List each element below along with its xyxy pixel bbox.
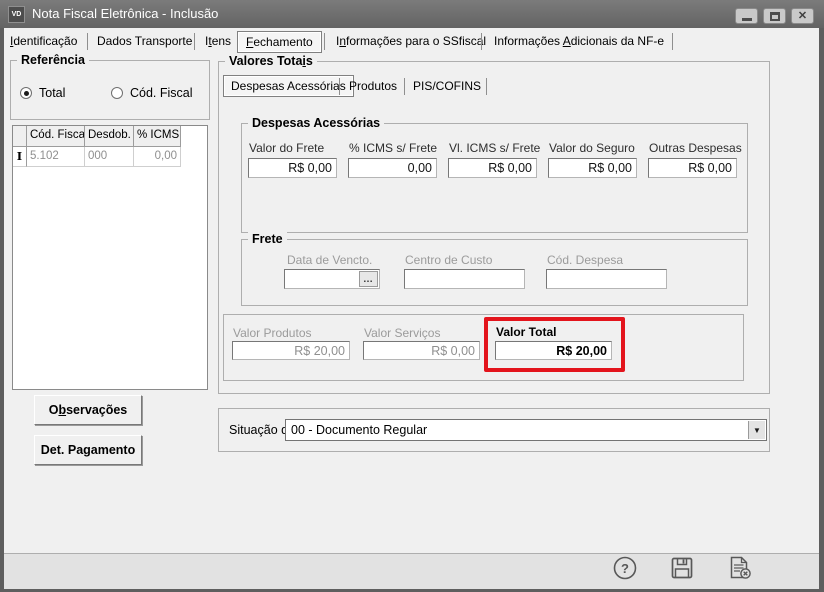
pct-icms-frete-label: % ICMS s/ Frete: [349, 141, 437, 155]
tab-produtos[interactable]: Produtos: [349, 79, 397, 93]
situacao-nf-group: Situação da NF: 00 - Documento Regular ▼: [218, 408, 770, 452]
tab-separator: [404, 78, 405, 95]
valor-frete-label: Valor do Frete: [249, 141, 324, 155]
window-border: [0, 28, 4, 592]
situacao-nf-value: 00 - Documento Regular: [291, 423, 427, 437]
vl-icms-frete-label: Vl. ICMS s/ Frete: [449, 141, 540, 155]
valor-frete-field[interactable]: R$ 0,00: [248, 158, 337, 178]
window-border: [819, 28, 824, 592]
ibeam-cursor-icon: I: [13, 147, 27, 167]
radio-total[interactable]: [20, 87, 32, 99]
cell-cod-fiscal[interactable]: 5.102: [27, 147, 85, 167]
outras-despesas-label: Outras Despesas: [649, 141, 742, 155]
data-vencto-label: Data de Vencto.: [287, 253, 372, 267]
tab-identificacao[interactable]: Identificação: [10, 34, 77, 48]
valor-seguro-label: Valor do Seguro: [549, 141, 635, 155]
table-row[interactable]: I 5.102 000 0,00: [13, 147, 207, 167]
radio-total-label[interactable]: Total: [39, 86, 65, 100]
grid-header-desdob[interactable]: Desdob.: [85, 126, 134, 147]
data-vencto-field[interactable]: …: [284, 269, 380, 289]
minimize-icon: [742, 18, 752, 21]
radio-cod-fiscal[interactable]: [111, 87, 123, 99]
grid-header-cod-fiscal[interactable]: Cód. Fiscal: [27, 126, 85, 147]
tab-dados-transporte[interactable]: Dados Transporte: [97, 34, 192, 48]
det-pagamento-button[interactable]: Det. Pagamento: [34, 435, 142, 465]
cod-despesa-label: Cód. Despesa: [547, 253, 623, 267]
outras-despesas-field[interactable]: R$ 0,00: [648, 158, 737, 178]
close-button[interactable]: ✕: [791, 8, 814, 24]
window-title: Nota Fiscal Eletrônica - Inclusão: [32, 0, 218, 28]
despesas-acessorias-group: Despesas Acessórias Valor do Frete R$ 0,…: [241, 123, 748, 233]
centro-custo-field[interactable]: [404, 269, 525, 289]
cancel-document-icon: [726, 555, 754, 581]
tab-pis-cofins[interactable]: PIS/COFINS: [413, 79, 481, 93]
cell-desdob[interactable]: 000: [85, 147, 134, 167]
valores-totais-title: Valores Totais: [225, 54, 317, 68]
frete-group-title: Frete: [248, 232, 287, 246]
grid-header-row: Cód. Fiscal Desdob. % ICMS: [13, 126, 207, 147]
situacao-nf-combobox[interactable]: 00 - Documento Regular ▼: [285, 419, 767, 441]
cell-icms[interactable]: 0,00: [134, 147, 181, 167]
referencia-group: Referência Total Cód. Fiscal: [10, 60, 210, 120]
valor-servicos-field[interactable]: R$ 0,00: [363, 341, 480, 360]
tab-separator: [481, 33, 482, 50]
centro-custo-label: Centro de Custo: [405, 253, 492, 267]
tab-informacoes-adicionais[interactable]: Informações Adicionais da NF-e: [494, 34, 664, 48]
date-lookup-button[interactable]: …: [359, 271, 378, 287]
valor-total-field[interactable]: R$ 20,00: [495, 341, 612, 360]
totais-group: Valor Produtos R$ 20,00 Valor Serviços R…: [223, 314, 744, 381]
maximize-button[interactable]: [763, 8, 786, 24]
tab-separator: [486, 78, 487, 95]
valor-seguro-field[interactable]: R$ 0,00: [548, 158, 637, 178]
grid-header-icms[interactable]: % ICMS: [134, 126, 181, 147]
pct-icms-frete-field[interactable]: 0,00: [348, 158, 437, 178]
combo-dropdown-button[interactable]: ▼: [748, 421, 765, 439]
valores-totais-group: Valores Totais Despesas Acessórias Produ…: [218, 61, 770, 394]
radio-cod-fiscal-label[interactable]: Cód. Fiscal: [130, 86, 193, 100]
tab-separator: [194, 33, 195, 50]
title-bar: VD Nota Fiscal Eletrônica - Inclusão ✕: [0, 0, 824, 28]
app-icon: VD: [8, 6, 25, 23]
save-button[interactable]: [669, 555, 695, 581]
observacoes-button[interactable]: Observações: [34, 395, 142, 425]
valor-servicos-label: Valor Serviços: [364, 326, 440, 340]
valor-produtos-field[interactable]: R$ 20,00: [232, 341, 350, 360]
despesas-acessorias-title: Despesas Acessórias: [248, 116, 384, 130]
footer-bar: [0, 553, 824, 592]
help-icon: ?: [612, 555, 638, 581]
tab-informacoes-ssfiscal[interactable]: Informações para o SSfiscal: [336, 34, 486, 48]
observacoes-button-label: Observações: [49, 403, 128, 417]
svg-text:?: ?: [621, 561, 629, 576]
tab-itens[interactable]: Itens: [205, 34, 231, 48]
valor-total-label: Valor Total: [496, 325, 556, 339]
frete-group: Frete Data de Vencto. … Centro de Custo …: [241, 239, 748, 306]
cod-despesa-field[interactable]: [546, 269, 667, 289]
tab-separator: [324, 33, 325, 50]
valor-produtos-label: Valor Produtos: [233, 326, 312, 340]
save-icon: [669, 555, 695, 581]
grid-header-selector: [13, 126, 27, 147]
referencia-group-title: Referência: [17, 53, 89, 67]
help-button[interactable]: ?: [612, 555, 638, 581]
minimize-button[interactable]: [735, 8, 758, 24]
tab-separator: [672, 33, 673, 50]
maximize-icon: [770, 12, 780, 21]
tab-separator: [339, 78, 340, 95]
nota-fiscal-window: VD Nota Fiscal Eletrônica - Inclusão ✕ I…: [0, 0, 824, 592]
tab-fechamento[interactable]: Fechamento: [237, 31, 322, 53]
tab-separator: [87, 33, 88, 50]
det-pagamento-button-label: Det. Pagamento: [41, 443, 135, 457]
vl-icms-frete-field[interactable]: R$ 0,00: [448, 158, 537, 178]
cod-fiscal-grid: Cód. Fiscal Desdob. % ICMS I 5.102 000 0…: [12, 125, 208, 390]
close-icon: ✕: [798, 11, 807, 21]
cancel-button[interactable]: [726, 555, 754, 581]
chevron-down-icon: ▼: [753, 426, 761, 435]
ellipsis-icon: …: [363, 274, 374, 285]
tab-despesas-acessorias[interactable]: Despesas Acessórias: [223, 75, 354, 97]
